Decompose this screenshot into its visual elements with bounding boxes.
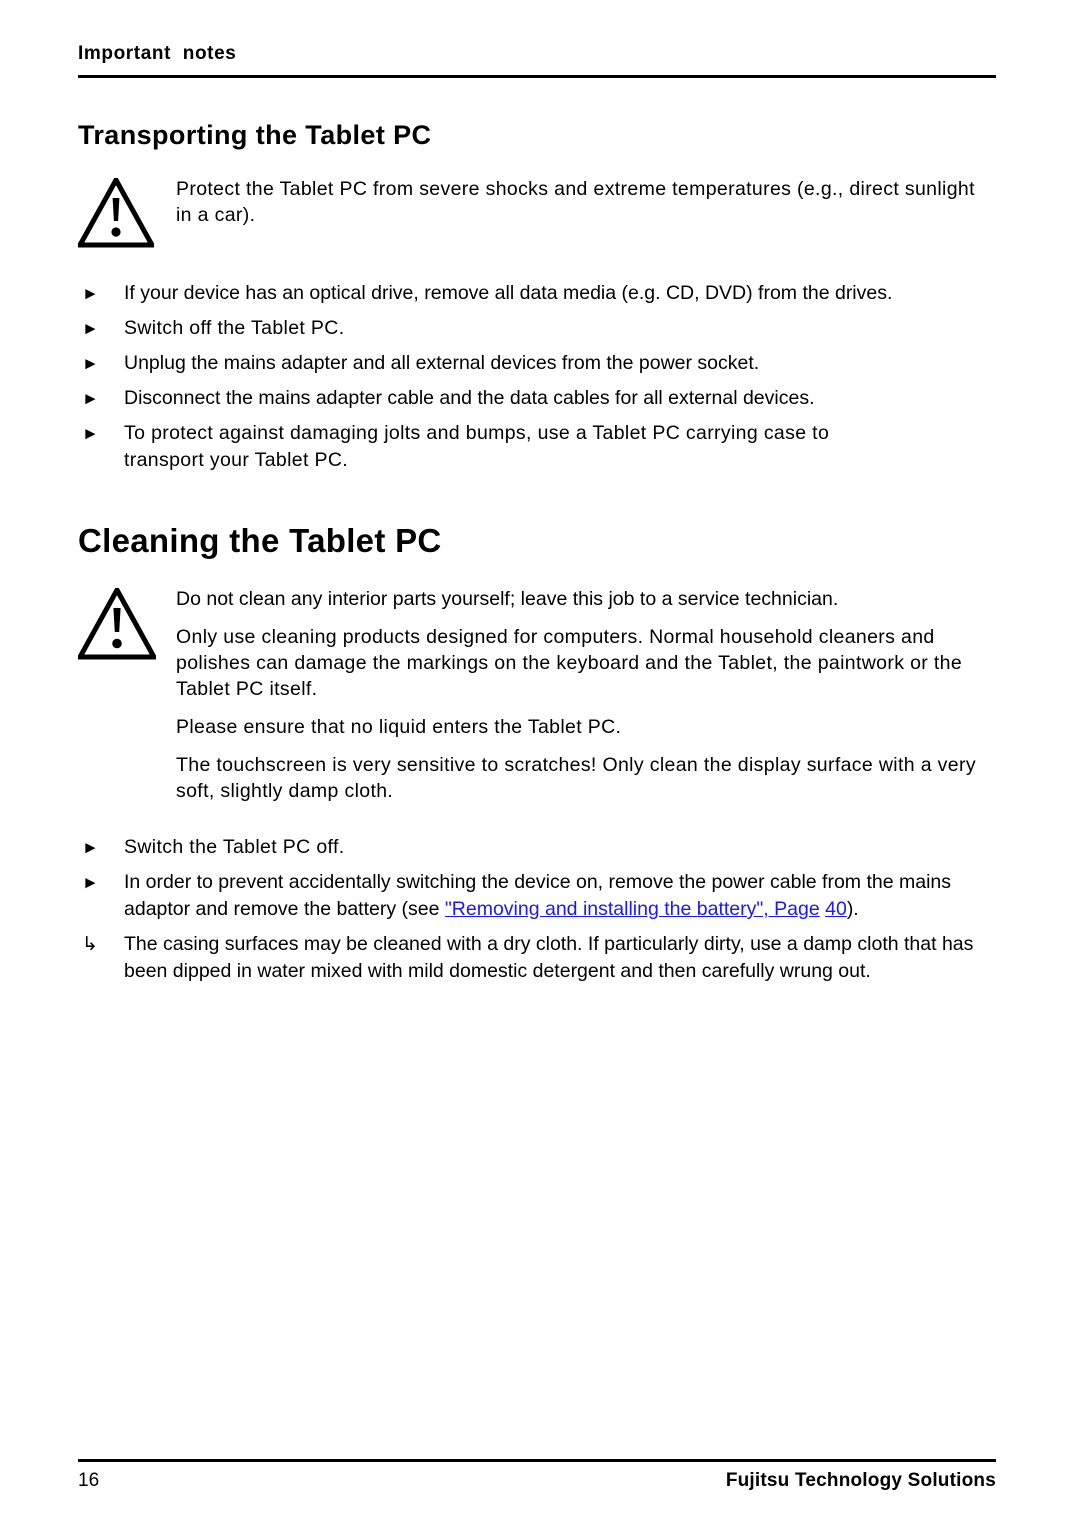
footer-brand: Fujitsu Technology Solutions [725,1470,996,1491]
battery-cross-reference-link[interactable]: "Removing and installing the battery", P… [445,898,820,920]
bullet-triangle-icon: ► [82,284,99,303]
list-item: ► Unplug the mains adapter and all exter… [78,350,996,377]
list-item-text: Unplug the mains adapter and all externa… [124,352,760,374]
document-page: Important notes Transporting the Tablet … [0,0,1080,1529]
battery-cross-reference-page-link[interactable]: 40 [825,898,847,920]
note-paragraph: The touchscreen is very sensitive to scr… [176,754,976,802]
bullet-triangle-icon: ► [82,873,99,892]
warning-note-transporting: Protect the Tablet PC from severe shocks… [78,174,996,248]
note-paragraph: Please ensure that no liquid enters the … [176,716,622,738]
list-item-text: If your device has an optical drive, rem… [124,282,893,304]
bullet-triangle-icon: ► [82,389,99,408]
page-content: Transporting the Tablet PC Protect the T… [78,118,996,993]
page-number: 16 [78,1470,100,1491]
warning-note-cleaning: Do not clean any interior parts yourself… [78,584,996,804]
warning-note-body: Protect the Tablet PC from severe shocks… [176,174,996,228]
list-item-text-after: ). [846,898,859,920]
list-item: ► If your device has an optical drive, r… [78,280,996,307]
bullet-triangle-icon: ► [82,424,99,443]
note-paragraph: Only use cleaning products designed for … [176,626,963,700]
bullet-triangle-icon: ► [82,838,99,857]
list-item: ► Switch the Tablet PC off. [78,834,996,861]
list-item-text: Switch the Tablet PC off. [124,836,345,858]
steps-list-cleaning: ► Switch the Tablet PC off. ► In order t… [78,834,996,985]
bullet-triangle-icon: ► [82,354,99,373]
list-item: ► Switch off the Tablet PC. [78,315,996,342]
warning-note-body: Do not clean any interior parts yourself… [176,584,996,804]
header-title: Important notes [78,43,237,64]
list-item: ► In order to prevent accidentally switc… [78,869,996,923]
list-item-text: To protect against damaging jolts and bu… [124,422,830,471]
warning-triangle-icon [78,174,176,248]
bullet-triangle-icon: ► [82,319,99,338]
warning-triangle-icon [78,584,176,660]
note-paragraph: Protect the Tablet PC from severe shocks… [176,178,975,226]
bullet-hook-arrow-icon: ↳ [82,934,98,955]
page-footer: 16 Fujitsu Technology Solutions [78,1468,996,1494]
list-item-text: Switch off the Tablet PC. [124,317,345,339]
steps-list-transporting: ► If your device has an optical drive, r… [78,280,996,474]
note-paragraph: Do not clean any interior parts yourself… [176,588,839,610]
section-title-transporting: Transporting the Tablet PC [78,120,432,150]
list-item-text: The casing surfaces may be cleaned with … [124,933,974,982]
running-header: Important notes [78,42,996,66]
list-item: ↳ The casing surfaces may be cleaned wit… [78,931,996,985]
footer-rule [78,1459,996,1462]
section-title-cleaning: Cleaning the Tablet PC [78,522,442,559]
list-item-text: Disconnect the mains adapter cable and t… [124,387,815,409]
list-item: ► Disconnect the mains adapter cable and… [78,385,996,412]
list-item: ► To protect against damaging jolts and … [78,420,838,474]
header-rule [78,75,996,78]
list-item-text: In order to prevent accidentally switchi… [124,869,996,923]
